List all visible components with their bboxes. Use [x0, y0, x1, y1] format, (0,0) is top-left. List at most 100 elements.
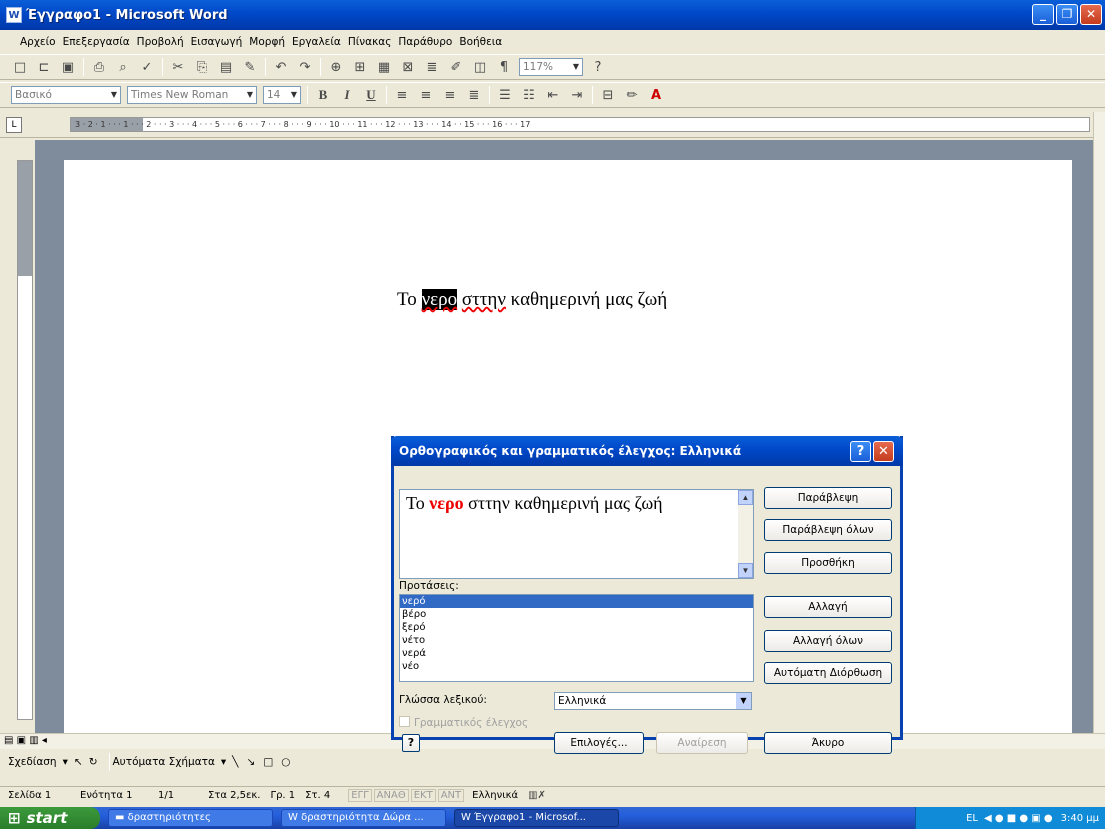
menu-tools[interactable]: Εργαλεία	[292, 36, 341, 48]
insert-table-icon[interactable]: ▦	[374, 57, 394, 77]
spelling-status-icon[interactable]: ▥✗	[528, 790, 546, 801]
word-app-icon[interactable]: W	[6, 7, 22, 23]
vertical-scrollbar[interactable]	[1093, 112, 1105, 734]
arrow-icon[interactable]: ↘	[247, 756, 256, 768]
dictionary-language-select[interactable]: Ελληνικά ▼	[554, 692, 752, 710]
document-map-icon[interactable]: ◫	[470, 57, 490, 77]
scroll-track[interactable]	[738, 505, 753, 563]
tables-borders-icon[interactable]: ⊞	[350, 57, 370, 77]
print-icon[interactable]: ⎙	[89, 57, 109, 77]
align-center-icon[interactable]: ≡	[416, 85, 436, 105]
language-indicator[interactable]: EL	[966, 813, 978, 824]
format-painter-icon[interactable]: ✎	[240, 57, 260, 77]
status-trk[interactable]: ΑΝΑΘ	[373, 789, 409, 802]
ignore-all-button[interactable]: Παράβλεψη όλων	[764, 519, 892, 541]
menu-help[interactable]: Βοήθεια	[459, 36, 502, 48]
dialog-help-button[interactable]: ?	[850, 441, 871, 462]
autoshapes-menu[interactable]: Αυτόματα Σχήματα	[113, 756, 215, 768]
insert-excel-icon[interactable]: ⊠	[398, 57, 418, 77]
save-icon[interactable]: ▣	[58, 57, 78, 77]
copy-icon[interactable]: ⎘	[192, 57, 212, 77]
menu-file[interactable]: Αρχείο	[20, 36, 56, 48]
menu-format[interactable]: Μορφή	[249, 36, 285, 48]
tray-icons[interactable]: ◀ ● ■ ● ▣ ●	[984, 813, 1053, 824]
close-button[interactable]: ✕	[1080, 4, 1102, 25]
paste-icon[interactable]: ▤	[216, 57, 236, 77]
new-icon[interactable]: □	[10, 57, 30, 77]
scroll-down-icon[interactable]: ▼	[738, 563, 753, 578]
drawing-icon[interactable]: ✐	[446, 57, 466, 77]
tab-selector-icon[interactable]: L	[6, 117, 22, 133]
show-hide-icon[interactable]: ¶	[494, 57, 514, 77]
task-word-active[interactable]: W Έγγραφο1 - Microsof...	[454, 809, 619, 827]
add-button[interactable]: Προσθήκη	[764, 552, 892, 574]
font-size-select[interactable]: 14 ▼	[263, 86, 301, 104]
suggestion-item[interactable]: νέο	[400, 660, 753, 673]
justify-icon[interactable]: ≣	[464, 85, 484, 105]
document-text[interactable]: Το νερο σττην καθημερινή μας ζωή	[397, 289, 667, 311]
ruler-strip[interactable]: 3 · 2 · 1 · · · 1 · · · 2 · · · 3 · · · …	[70, 117, 1090, 132]
italic-icon[interactable]: I	[337, 85, 357, 105]
suggestion-item[interactable]: νερό	[400, 595, 753, 608]
status-ovr[interactable]: ΑΝΤ	[437, 789, 465, 802]
suggestion-item[interactable]: ξερό	[400, 621, 753, 634]
hyperlink-icon[interactable]: ⊕	[326, 57, 346, 77]
sentence-scrollbar[interactable]: ▲ ▼	[738, 490, 753, 578]
suggestion-item[interactable]: βέρο	[400, 608, 753, 621]
status-ext[interactable]: ΕΚΤ	[410, 789, 436, 802]
view-buttons[interactable]: ▤ ▣ ▥ ◂	[4, 735, 47, 746]
ignore-button[interactable]: Παράβλεψη	[764, 487, 892, 509]
task-word-doc[interactable]: W δραστηριότητα Δώρα ...	[281, 809, 446, 827]
office-assistant-icon[interactable]: ?	[402, 734, 420, 752]
menu-table[interactable]: Πίνακας	[348, 36, 392, 48]
menu-edit[interactable]: Επεξεργασία	[63, 36, 130, 48]
change-all-button[interactable]: Αλλαγή όλων	[764, 630, 892, 652]
style-select[interactable]: Βασικό ▼	[11, 86, 121, 104]
help-icon[interactable]: ?	[588, 57, 608, 77]
zoom-select[interactable]: 117% ▼	[519, 58, 583, 76]
suggestions-list[interactable]: νερό βέρο ξερό νέτο νερά νέο	[399, 594, 754, 682]
draw-menu[interactable]: Σχεδίαση	[8, 756, 57, 768]
columns-icon[interactable]: ≣	[422, 57, 442, 77]
font-select[interactable]: Times New Roman ▼	[127, 86, 257, 104]
rectangle-icon[interactable]: □	[263, 756, 273, 768]
restore-button[interactable]: ❐	[1056, 4, 1078, 25]
menu-insert[interactable]: Εισαγωγή	[191, 36, 243, 48]
bold-icon[interactable]: B	[313, 85, 333, 105]
decrease-indent-icon[interactable]: ⇤	[543, 85, 563, 105]
spelling-icon[interactable]: ✓	[137, 57, 157, 77]
dialog-close-button[interactable]: ✕	[873, 441, 894, 462]
task-folder[interactable]: ▬ δραστηριότητες	[108, 809, 273, 827]
sentence-box[interactable]: Το νερο σττην καθημερινή μας ζωή ▲ ▼	[399, 489, 754, 579]
options-button[interactable]: Επιλογές...	[554, 732, 644, 754]
bullets-icon[interactable]: ☷	[519, 85, 539, 105]
cancel-button[interactable]: Άκυρο	[764, 732, 892, 754]
start-button[interactable]: ⊞ start	[0, 807, 100, 829]
font-color-icon[interactable]: A	[646, 85, 666, 105]
align-right-icon[interactable]: ≡	[440, 85, 460, 105]
redo-icon[interactable]: ↷	[295, 57, 315, 77]
rotate-icon[interactable]: ↻	[89, 756, 98, 768]
grammar-check-checkbox[interactable]: Γραμματικός έλεγχος	[399, 716, 528, 729]
align-left-icon[interactable]: ≡	[392, 85, 412, 105]
highlight-icon[interactable]: ✏	[622, 85, 642, 105]
minimize-button[interactable]: _	[1032, 4, 1054, 25]
status-rec[interactable]: ΕΓΓ	[348, 789, 372, 802]
suggestion-item[interactable]: νερά	[400, 647, 753, 660]
line-icon[interactable]: ╲	[232, 756, 238, 768]
scroll-up-icon[interactable]: ▲	[738, 490, 753, 505]
cut-icon[interactable]: ✂	[168, 57, 188, 77]
menu-window[interactable]: Παράθυρο	[398, 36, 452, 48]
print-preview-icon[interactable]: ⌕	[113, 57, 133, 77]
autocorrect-button[interactable]: Αυτόματη Διόρθωση	[764, 662, 892, 684]
borders-icon[interactable]: ⊟	[598, 85, 618, 105]
menu-view[interactable]: Προβολή	[137, 36, 184, 48]
select-objects-icon[interactable]: ↖	[74, 756, 83, 768]
suggestion-item[interactable]: νέτο	[400, 634, 753, 647]
misspelled-word[interactable]: σττην	[462, 289, 506, 310]
numbering-icon[interactable]: ☰	[495, 85, 515, 105]
undo-icon[interactable]: ↶	[271, 57, 291, 77]
open-icon[interactable]: ⊏	[34, 57, 54, 77]
increase-indent-icon[interactable]: ⇥	[567, 85, 587, 105]
change-button[interactable]: Αλλαγή	[764, 596, 892, 618]
